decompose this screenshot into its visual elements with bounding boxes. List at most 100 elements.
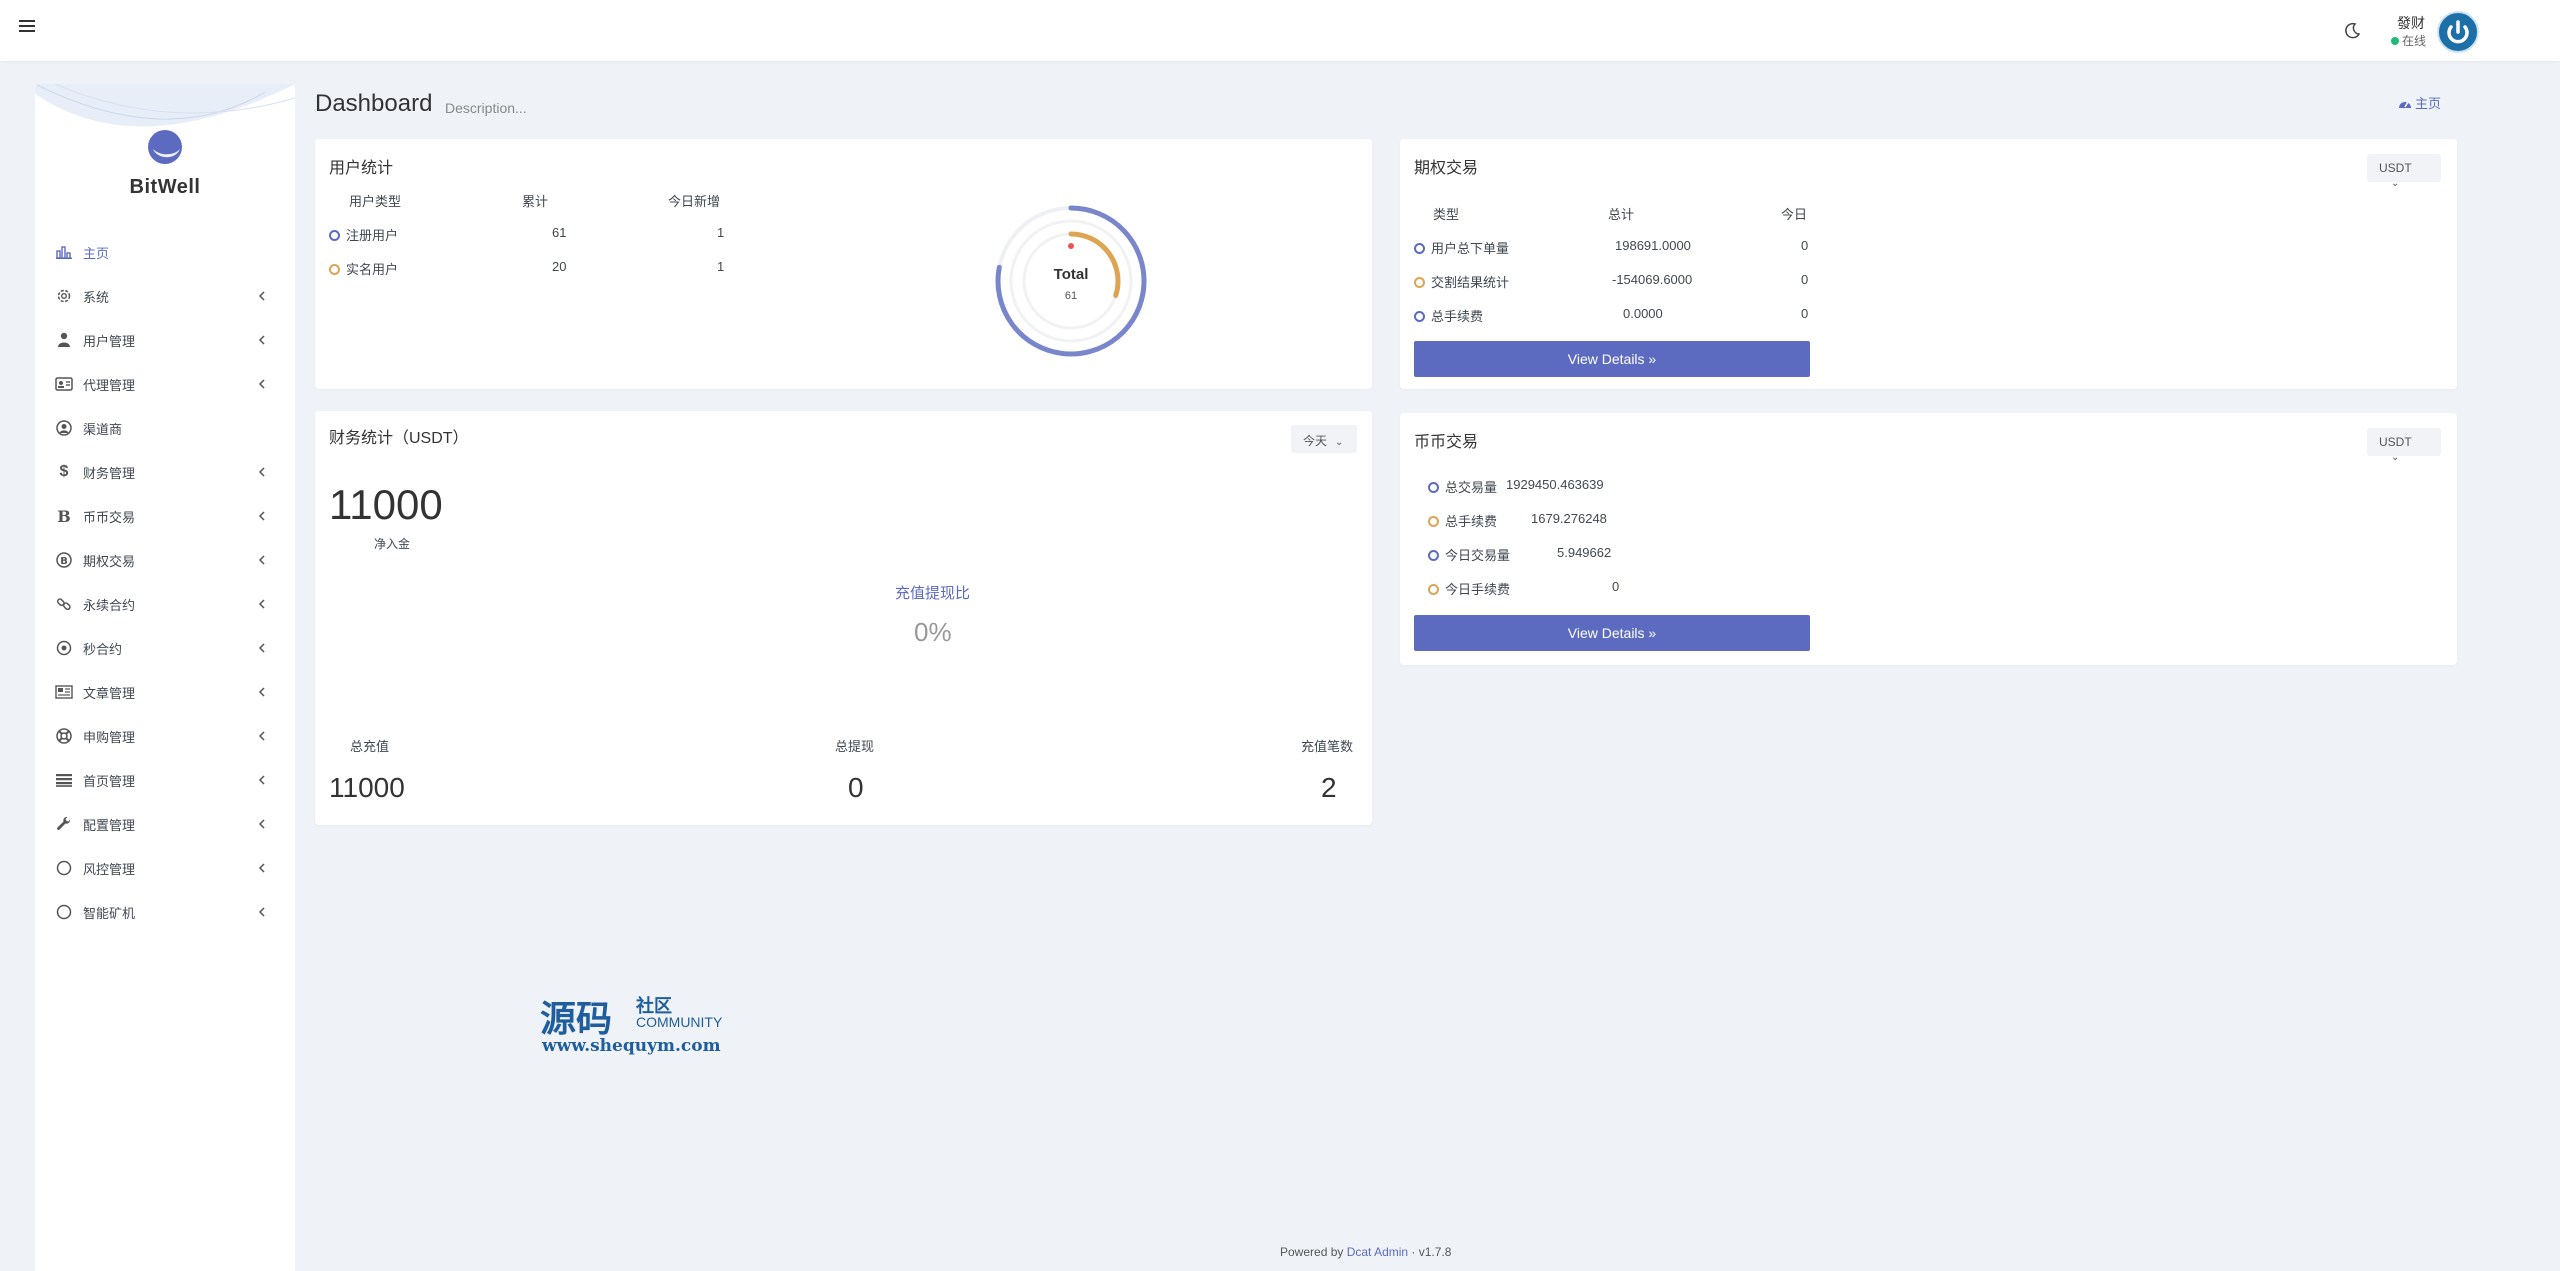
chevron-left-icon bbox=[258, 775, 265, 785]
net-label: 净入金 bbox=[374, 537, 411, 551]
bitwell-logo-icon bbox=[148, 130, 182, 164]
options-currency-select[interactable]: USDT ⌄ bbox=[2367, 154, 2441, 189]
coin-row: 总交易量 bbox=[1428, 477, 1497, 496]
sidebar-item-5[interactable]: $ 财务管理 bbox=[35, 450, 295, 494]
sidebar-item-13[interactable]: 配置管理 bbox=[35, 802, 295, 846]
currency-value: USDT bbox=[2379, 161, 2412, 175]
sidebar-item-8[interactable]: 永续合约 bbox=[35, 582, 295, 626]
footer: Powered by Dcat Admin · v1.7.8 bbox=[1280, 1245, 1451, 1259]
options-type-label: 总手续费 bbox=[1431, 309, 1484, 324]
sidebar-item-9[interactable]: 秒合约 bbox=[35, 626, 295, 670]
link-icon bbox=[55, 595, 73, 613]
svg-text:B: B bbox=[60, 556, 68, 567]
sidebar-item-label: 用户管理 bbox=[83, 333, 136, 349]
sidebar-item-label: 智能矿机 bbox=[83, 905, 136, 921]
watermark-logo: 源码 社区 COMMUNITY www.shequym.com bbox=[540, 990, 740, 1060]
currency-value: USDT bbox=[2379, 435, 2412, 449]
user-stats-row: 实名用户 bbox=[329, 259, 398, 278]
options-type-label: 交割结果统计 bbox=[1431, 275, 1510, 290]
options-today-value: 0 bbox=[1801, 272, 1809, 287]
breadcrumb[interactable]: 主页 bbox=[2398, 93, 2441, 112]
recharge-count-value: 2 bbox=[1321, 772, 1337, 803]
options-row: 交割结果统计 bbox=[1414, 272, 1509, 291]
legend-ring-icon bbox=[1414, 311, 1425, 322]
power-icon bbox=[2441, 15, 2475, 49]
sidebar-item-1[interactable]: 系统 bbox=[35, 274, 295, 318]
chevron-left-icon bbox=[258, 599, 265, 609]
options-total-value: 198691.0000 bbox=[1615, 238, 1691, 253]
user-circle-icon bbox=[55, 419, 73, 437]
coin-trading-card: 币币交易 USDT ⌄ 总交易量 1929450.463639 总手续费 1679… bbox=[1400, 413, 2457, 665]
legend-ring-icon bbox=[1414, 277, 1425, 288]
sidebar-item-label: 期权交易 bbox=[83, 553, 136, 569]
legend-ring-icon bbox=[1428, 482, 1439, 493]
watermark-url: www.shequym.com bbox=[542, 1036, 721, 1056]
legend-ring-icon bbox=[329, 264, 340, 275]
chevron-left-icon bbox=[258, 511, 265, 521]
watermark-community: COMMUNITY bbox=[636, 1014, 723, 1030]
finance-stats-card: 财务统计（USDT） 今天 ⌄ 11000 净入金 充值提现比 0% 总充值 11… bbox=[315, 411, 1372, 825]
legend-ring-icon bbox=[1428, 550, 1439, 561]
options-view-details-button[interactable]: View Details » bbox=[1414, 341, 1810, 377]
sidebar-item-label: 秒合约 bbox=[83, 641, 123, 657]
user-total-value: 61 bbox=[552, 225, 567, 240]
sidebar-item-14[interactable]: 风控管理 bbox=[35, 846, 295, 890]
lifebuoy-icon bbox=[55, 727, 73, 745]
sidebar-item-3[interactable]: 代理管理 bbox=[35, 362, 295, 406]
wrench-icon bbox=[55, 815, 73, 833]
sidebar-item-12[interactable]: 首页管理 bbox=[35, 758, 295, 802]
total-withdraw-label: 总提现 bbox=[835, 739, 875, 754]
chevron-left-icon bbox=[258, 863, 265, 873]
user-donut-chart: Total 61 bbox=[995, 205, 1147, 357]
user-stats-header-today: 今日新增 bbox=[668, 194, 721, 209]
sidebar-item-label: 配置管理 bbox=[83, 817, 136, 833]
finance-title: 财务统计（USDT） bbox=[329, 430, 469, 447]
user-type-label: 实名用户 bbox=[346, 262, 399, 277]
options-row: 用户总下单量 bbox=[1414, 238, 1509, 257]
footer-link[interactable]: Dcat Admin bbox=[1347, 1245, 1408, 1259]
legend-ring-icon bbox=[1428, 516, 1439, 527]
sidebar-item-11[interactable]: 申购管理 bbox=[35, 714, 295, 758]
dashboard-icon bbox=[2399, 101, 2411, 108]
options-today-value: 0 bbox=[1801, 306, 1809, 321]
avatar[interactable] bbox=[2437, 11, 2479, 53]
net-value: 11000 bbox=[329, 481, 443, 528]
sidebar-item-label: 系统 bbox=[83, 289, 110, 305]
options-row: 总手续费 bbox=[1414, 306, 1483, 325]
dot-circle-icon bbox=[55, 639, 73, 657]
sidebar-item-label: 代理管理 bbox=[83, 377, 136, 393]
sidebar-item-label: 主页 bbox=[83, 245, 110, 261]
coin-view-details-button[interactable]: View Details » bbox=[1414, 615, 1810, 651]
coin-currency-select[interactable]: USDT ⌄ bbox=[2367, 428, 2441, 463]
sidebar-item-2[interactable]: 用户管理 bbox=[35, 318, 295, 362]
options-type-label: 用户总下单量 bbox=[1431, 241, 1510, 256]
user-type-label: 注册用户 bbox=[346, 228, 399, 243]
bar-chart-icon bbox=[55, 243, 73, 261]
menu-toggle-icon[interactable] bbox=[19, 20, 35, 34]
sidebar-item-7[interactable]: B 期权交易 bbox=[35, 538, 295, 582]
user-name[interactable]: 發财 bbox=[2397, 13, 2425, 33]
legend-ring-icon bbox=[329, 230, 340, 241]
sidebar: BitWell 主页 系统 用户管理 代理管理 渠道商 $ 财务管理 B 币币交易 B 期权交易 永续… bbox=[35, 84, 295, 1271]
bitcoin-b-icon: B bbox=[57, 506, 71, 526]
dollar-icon: $ bbox=[59, 463, 69, 480]
finance-period-select[interactable]: 今天 ⌄ bbox=[1291, 425, 1357, 453]
sidebar-item-6[interactable]: B 币币交易 bbox=[35, 494, 295, 538]
circle-icon bbox=[55, 859, 73, 877]
dark-mode-icon[interactable] bbox=[2342, 21, 2362, 41]
gear-icon bbox=[55, 287, 73, 305]
chevron-left-icon bbox=[258, 687, 265, 697]
chevron-down-icon: ⌄ bbox=[2391, 178, 2400, 189]
sidebar-item-15[interactable]: 智能矿机 bbox=[35, 890, 295, 934]
user-status-text: 在线 bbox=[2402, 34, 2427, 48]
total-recharge-value: 11000 bbox=[329, 772, 405, 803]
chevron-down-icon: ⌄ bbox=[1335, 437, 1344, 448]
brand-name: BitWell bbox=[129, 176, 201, 198]
sidebar-item-0[interactable]: 主页 bbox=[35, 230, 295, 274]
sidebar-item-label: 永续合约 bbox=[83, 597, 136, 613]
options-header-type: 类型 bbox=[1433, 207, 1460, 222]
coin-row: 今日交易量 bbox=[1428, 545, 1510, 564]
list-icon bbox=[55, 771, 73, 789]
sidebar-item-4[interactable]: 渠道商 bbox=[35, 406, 295, 450]
sidebar-item-10[interactable]: 文章管理 bbox=[35, 670, 295, 714]
